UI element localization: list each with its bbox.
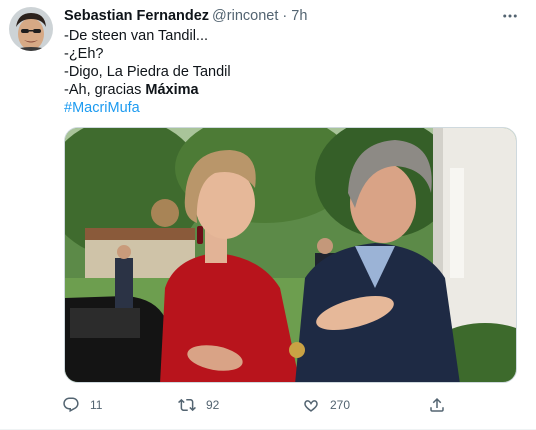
- heart-icon: [304, 400, 318, 412]
- tweet-line: -Ah, gracias Máxima: [64, 81, 504, 99]
- tweet-timestamp[interactable]: 7h: [291, 8, 307, 24]
- author-handle[interactable]: @rinconet: [212, 8, 278, 24]
- share-icon: [430, 397, 444, 412]
- tweet-line-prefix: -Ah, gracias: [64, 82, 146, 98]
- retweet-button[interactable]: 92: [178, 394, 219, 416]
- tweet-line: -Digo, La Piedra de Tandil: [64, 64, 231, 80]
- tweet-text: -De steen van Tandil... -¿Eh? -Digo, La …: [64, 27, 504, 117]
- share-button[interactable]: [428, 394, 446, 416]
- tweet-actions: 11 92 270: [62, 394, 462, 416]
- retweet-count: 92: [206, 398, 220, 412]
- tweet-line: -De steen van Tandil...: [64, 28, 209, 44]
- hashtag-link[interactable]: #MacriMufa: [64, 100, 140, 116]
- tweet-photo[interactable]: [64, 127, 517, 383]
- reply-count: 11: [90, 398, 103, 412]
- separator-dot: ·: [282, 8, 288, 24]
- tweet[interactable]: Sebastian Fernandez @rinconet · 7h -De st…: [0, 0, 536, 430]
- more-horizontal-icon: [503, 14, 517, 18]
- retweet-icon: [178, 398, 196, 412]
- like-count: 270: [330, 398, 351, 412]
- reply-icon: [63, 397, 79, 413]
- avatar[interactable]: [9, 7, 53, 51]
- tweet-header: Sebastian Fernandez @rinconet · 7h: [64, 7, 307, 25]
- tweet-line: -¿Eh?: [64, 46, 104, 62]
- more-options-button[interactable]: [498, 4, 522, 28]
- like-button[interactable]: 270: [302, 394, 350, 416]
- author-name[interactable]: Sebastian Fernandez: [64, 8, 209, 24]
- tweet-bold-name: Máxima: [145, 82, 199, 98]
- reply-button[interactable]: 11: [62, 394, 102, 416]
- photo-image: [65, 128, 516, 382]
